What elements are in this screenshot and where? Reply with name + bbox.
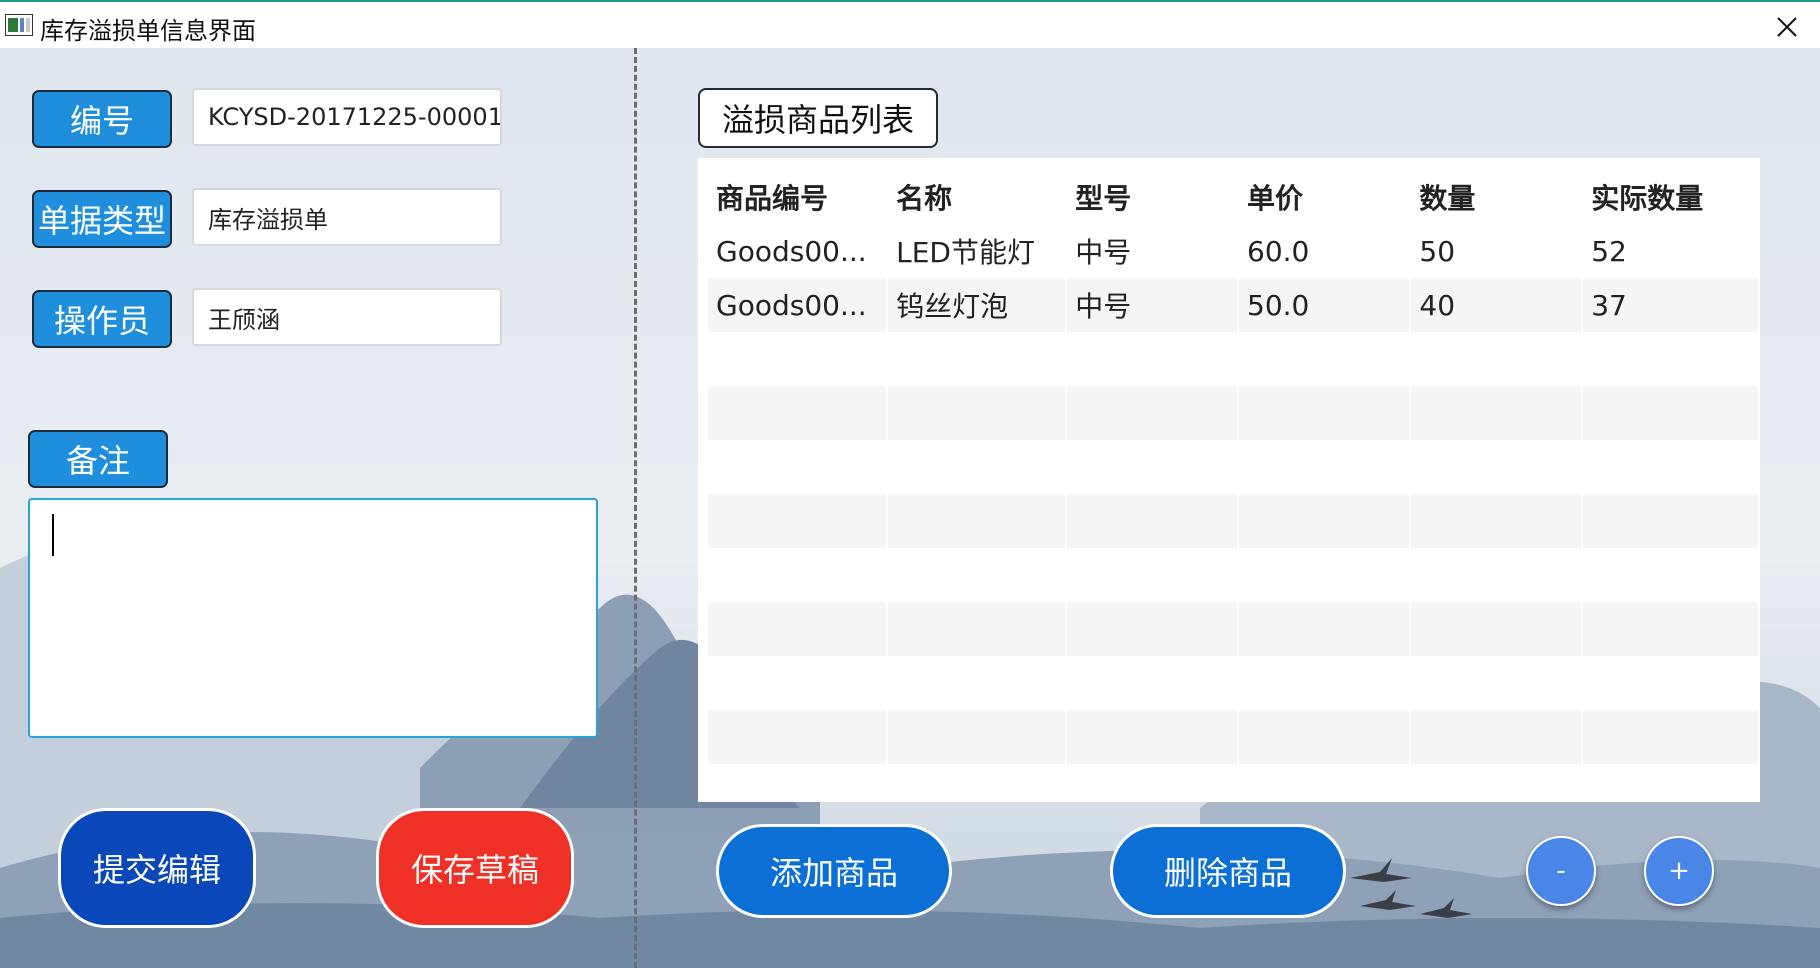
table-header-row: 商品编号 名称 型号 单价 数量 实际数量 <box>708 170 1758 224</box>
goods-name-cell: LED节能灯 <box>896 236 1035 269</box>
operator-input[interactable] <box>208 303 500 331</box>
window-title: 库存溢损单信息界面 <box>40 17 256 45</box>
add-goods-button[interactable]: 添加商品 <box>716 824 952 918</box>
empty-row <box>708 332 1758 386</box>
empty-row <box>708 548 1758 602</box>
goods-table: 商品编号 名称 型号 单价 数量 实际数量 Goods00... LED节能灯 … <box>706 170 1760 764</box>
id-field[interactable] <box>192 88 502 146</box>
zoom-in-button[interactable]: + <box>1644 836 1714 906</box>
column-header[interactable]: 型号 <box>1067 170 1237 224</box>
id-input[interactable] <box>208 103 500 131</box>
goods-id-cell: Goods00... <box>716 234 867 268</box>
title-bar: 库存溢损单信息界面 <box>0 0 1820 48</box>
text-caret <box>52 514 54 556</box>
column-header[interactable]: 商品编号 <box>708 170 886 224</box>
goods-price-cell: 50.0 <box>1239 278 1410 332</box>
delete-goods-button[interactable]: 删除商品 <box>1110 824 1346 918</box>
goods-name-cell: 钨丝灯泡 <box>888 278 1066 332</box>
empty-row <box>708 656 1758 710</box>
table-row[interactable]: Goods00... 钨丝灯泡 中号 50.0 40 37 <box>708 278 1758 332</box>
goods-price-cell: 60.0 <box>1247 234 1310 268</box>
goods-model-cell: 中号 <box>1075 236 1132 269</box>
column-header[interactable]: 数量 <box>1411 170 1581 224</box>
close-icon[interactable] <box>1765 8 1807 44</box>
operator-label: 操作员 <box>32 290 172 348</box>
submit-edit-button[interactable]: 提交编辑 <box>58 808 256 928</box>
goods-qty-cell: 50 <box>1419 234 1456 268</box>
remark-textarea-container[interactable] <box>28 498 598 738</box>
empty-row <box>708 386 1758 440</box>
save-draft-button[interactable]: 保存草稿 <box>376 808 574 928</box>
empty-row <box>708 710 1758 764</box>
goods-qty-cell: 40 <box>1411 278 1582 332</box>
doc-type-input[interactable] <box>208 203 500 231</box>
goods-actual-qty-cell: 52 <box>1591 234 1627 268</box>
empty-row <box>708 494 1758 548</box>
id-label: 编号 <box>32 90 172 148</box>
goods-list-title: 溢损商品列表 <box>698 88 938 148</box>
operator-field[interactable] <box>192 288 502 346</box>
goods-table-container: 商品编号 名称 型号 单价 数量 实际数量 Goods00... LED节能灯 … <box>698 158 1760 802</box>
goods-model-cell: 中号 <box>1067 278 1238 332</box>
panel-divider <box>634 48 637 968</box>
app-window-icon <box>5 14 33 36</box>
empty-row <box>708 602 1758 656</box>
table-row[interactable]: Goods00... LED节能灯 中号 60.0 50 52 <box>708 224 1758 278</box>
zoom-out-button[interactable]: - <box>1526 836 1596 906</box>
empty-row <box>708 440 1758 494</box>
doc-type-label: 单据类型 <box>32 190 172 248</box>
column-header[interactable]: 单价 <box>1239 170 1409 224</box>
remark-label: 备注 <box>28 430 168 488</box>
goods-actual-qty-cell: 37 <box>1583 278 1758 332</box>
column-header[interactable]: 名称 <box>888 170 1065 224</box>
doc-type-field[interactable] <box>192 188 502 246</box>
column-header[interactable]: 实际数量 <box>1583 170 1758 224</box>
goods-id-cell: Goods00... <box>708 278 887 332</box>
remark-textarea[interactable] <box>30 500 596 736</box>
